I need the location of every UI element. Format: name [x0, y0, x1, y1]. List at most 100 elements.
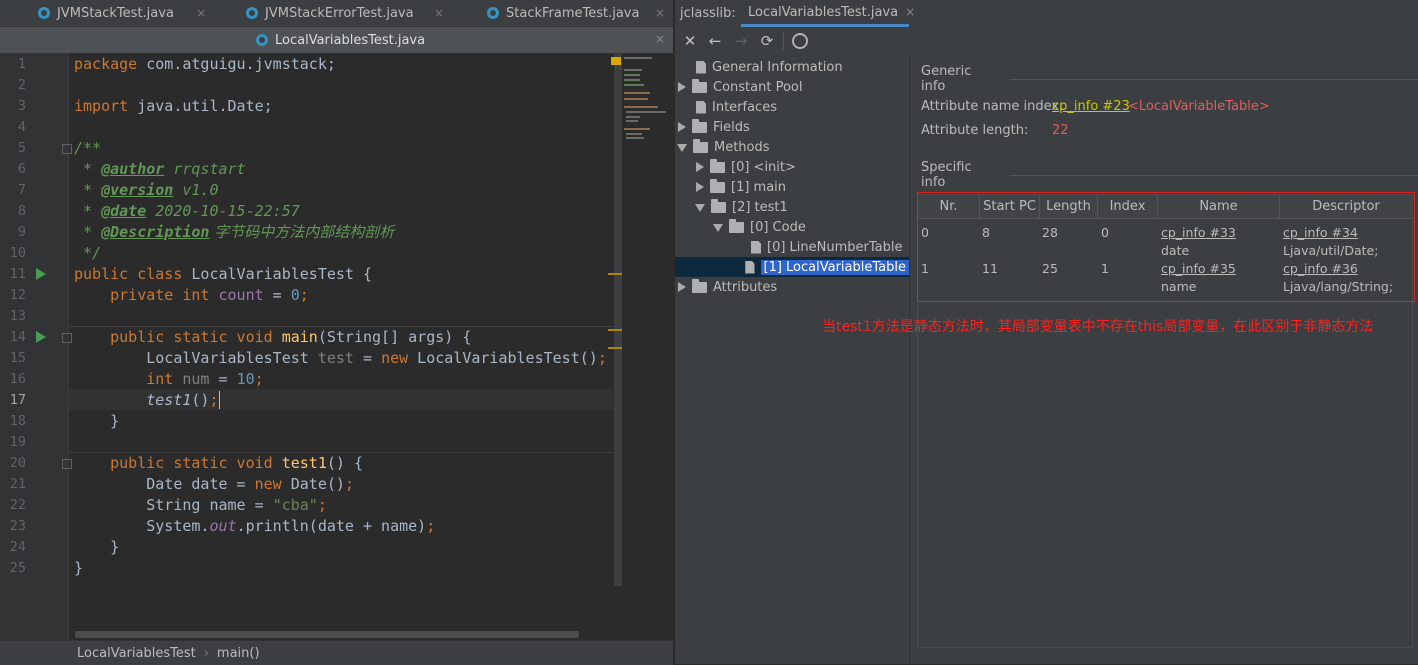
- folder-icon: [693, 138, 708, 153]
- collapse-icon[interactable]: [695, 204, 705, 212]
- vertical-scrollbar[interactable]: [614, 54, 622, 586]
- code-line[interactable]: System.out.println(date + name);: [74, 516, 435, 537]
- jclasslib-panel: jclasslib: LocalVariablesTest.java × ✕ ←…: [674, 0, 1418, 664]
- refresh-icon[interactable]: ⟳: [759, 32, 775, 50]
- class-structure-tree: General Information Constant Pool Interf…: [675, 54, 910, 664]
- code-line[interactable]: }: [74, 537, 119, 558]
- expand-icon[interactable]: [696, 182, 704, 192]
- code-line[interactable]: private int count = 0;: [74, 285, 309, 306]
- file-icon: [745, 260, 755, 274]
- tab-jvmstacktest[interactable]: JVMStackTest.java ×: [38, 0, 208, 26]
- code-line[interactable]: /**: [74, 138, 101, 159]
- code-line[interactable]: public static void main(String[] args) {: [74, 327, 471, 348]
- code-line[interactable]: String name = "cba";: [74, 495, 327, 516]
- close-icon[interactable]: ×: [905, 5, 915, 19]
- code-line[interactable]: * @Description 字节码中方法内部结构剖析: [74, 222, 394, 243]
- fold-icon[interactable]: [62, 144, 72, 154]
- toolbar-divider: [783, 32, 784, 50]
- close-icon[interactable]: ✕: [682, 32, 698, 50]
- tree-item-fields[interactable]: Fields: [678, 117, 750, 137]
- close-icon[interactable]: ×: [434, 6, 444, 20]
- line-number: 23: [9, 518, 26, 534]
- fold-icon[interactable]: [62, 333, 72, 343]
- fold-icon[interactable]: [62, 459, 72, 469]
- tree-item-local-variable-table[interactable]: [1] LocalVariableTable: [675, 257, 909, 277]
- tab-label: JVMStackTest.java: [57, 5, 174, 21]
- code-line[interactable]: Date date = new Date();: [74, 474, 354, 495]
- warning-marker[interactable]: [611, 57, 621, 65]
- web-icon[interactable]: [792, 33, 808, 49]
- line-number: 6: [17, 161, 26, 177]
- line-number: 18: [9, 413, 26, 429]
- collapse-icon[interactable]: [677, 144, 687, 152]
- line-number: 22: [9, 497, 26, 513]
- tree-item-attributes[interactable]: Attributes: [678, 277, 777, 297]
- attr-name-link[interactable]: cp_info #23: [1052, 99, 1130, 114]
- highlight-box: [917, 192, 1415, 302]
- tree-item-method-main[interactable]: [1] main: [696, 177, 786, 197]
- code-line[interactable]: test1();: [74, 390, 220, 411]
- breadcrumb-class[interactable]: LocalVariablesTest: [77, 646, 196, 661]
- line-number: 14: [9, 329, 26, 345]
- code-line[interactable]: LocalVariablesTest test = new LocalVaria…: [74, 348, 607, 369]
- run-icon[interactable]: [36, 268, 46, 280]
- back-icon[interactable]: ←: [707, 32, 723, 50]
- code-line[interactable]: int num = 10;: [74, 369, 263, 390]
- tab-jclasslib-localvariablestest[interactable]: LocalVariablesTest.java ×: [741, 0, 915, 27]
- code-line[interactable]: public static void test1() {: [74, 453, 363, 474]
- breadcrumb-separator: ›: [203, 645, 209, 661]
- java-class-icon: [246, 7, 258, 19]
- code-line[interactable]: public class LocalVariablesTest {: [74, 264, 372, 285]
- attr-length-label: Attribute length:: [921, 123, 1029, 138]
- code-line[interactable]: * @version v1.0: [74, 180, 218, 201]
- horizontal-scrollbar[interactable]: [75, 631, 579, 638]
- tab-label: LocalVariablesTest.java: [748, 4, 899, 20]
- line-number: 12: [9, 287, 26, 303]
- tree-item-method-test1[interactable]: [2] test1: [695, 197, 788, 217]
- expand-icon[interactable]: [678, 122, 686, 132]
- tree-item-interfaces[interactable]: Interfaces: [696, 97, 777, 117]
- tab-stackframetest[interactable]: StackFrameTest.java ×: [487, 0, 672, 26]
- code-line[interactable]: * @author rrqstart: [74, 159, 246, 180]
- close-icon[interactable]: ×: [655, 6, 665, 20]
- line-number: 1: [17, 56, 26, 72]
- tree-item-method-init[interactable]: [0] <init>: [696, 157, 796, 177]
- tab-jvmstackerrortest[interactable]: JVMStackErrorTest.java ×: [246, 0, 446, 26]
- jclasslib-tab-bar: jclasslib: LocalVariablesTest.java ×: [675, 0, 1418, 29]
- line-number: 2: [17, 77, 26, 93]
- attr-length-value: 22: [1052, 123, 1069, 138]
- forward-icon[interactable]: →: [733, 32, 749, 50]
- generic-info-section: Generic info: [921, 64, 1418, 94]
- collapse-icon[interactable]: [713, 224, 723, 232]
- tree-item-line-number-table[interactable]: [0] LineNumberTable: [751, 237, 902, 257]
- code-line[interactable]: }: [74, 558, 83, 579]
- tree-item-methods[interactable]: Methods: [677, 137, 770, 157]
- line-number: 17: [9, 392, 26, 408]
- expand-icon[interactable]: [678, 282, 686, 292]
- code-line[interactable]: package com.atguigu.jvmstack;: [74, 54, 336, 75]
- line-number: 3: [17, 98, 26, 114]
- line-number: 5: [17, 140, 26, 156]
- tree-item-code[interactable]: [0] Code: [713, 217, 806, 237]
- close-icon[interactable]: ×: [655, 32, 665, 46]
- code-line[interactable]: }: [74, 411, 119, 432]
- code-line[interactable]: */: [74, 243, 101, 264]
- expand-icon[interactable]: [678, 82, 686, 92]
- breadcrumb-method[interactable]: main(): [217, 646, 260, 661]
- tab-label: JVMStackErrorTest.java: [265, 5, 414, 21]
- line-number: 8: [17, 203, 26, 219]
- close-icon[interactable]: ×: [196, 6, 206, 20]
- code-minimap[interactable]: [622, 54, 672, 640]
- line-number: 25: [9, 560, 26, 576]
- tree-item-general-information[interactable]: General Information: [696, 57, 843, 77]
- expand-icon[interactable]: [696, 162, 704, 172]
- code-line[interactable]: import java.util.Date;: [74, 96, 273, 117]
- specific-info-section: Specific info: [921, 160, 1418, 190]
- attribute-detail-pane: Generic info Attribute name index: cp_in…: [822, 54, 1418, 664]
- jclasslib-label: jclasslib:: [680, 6, 736, 21]
- attr-name-value: <LocalVariableTable>: [1128, 99, 1270, 114]
- tab-localvariablestest[interactable]: LocalVariablesTest.java: [256, 27, 456, 53]
- tree-item-constant-pool[interactable]: Constant Pool: [678, 77, 802, 97]
- code-line[interactable]: * @date 2020-10-15-22:57: [74, 201, 300, 222]
- run-icon[interactable]: [36, 331, 46, 343]
